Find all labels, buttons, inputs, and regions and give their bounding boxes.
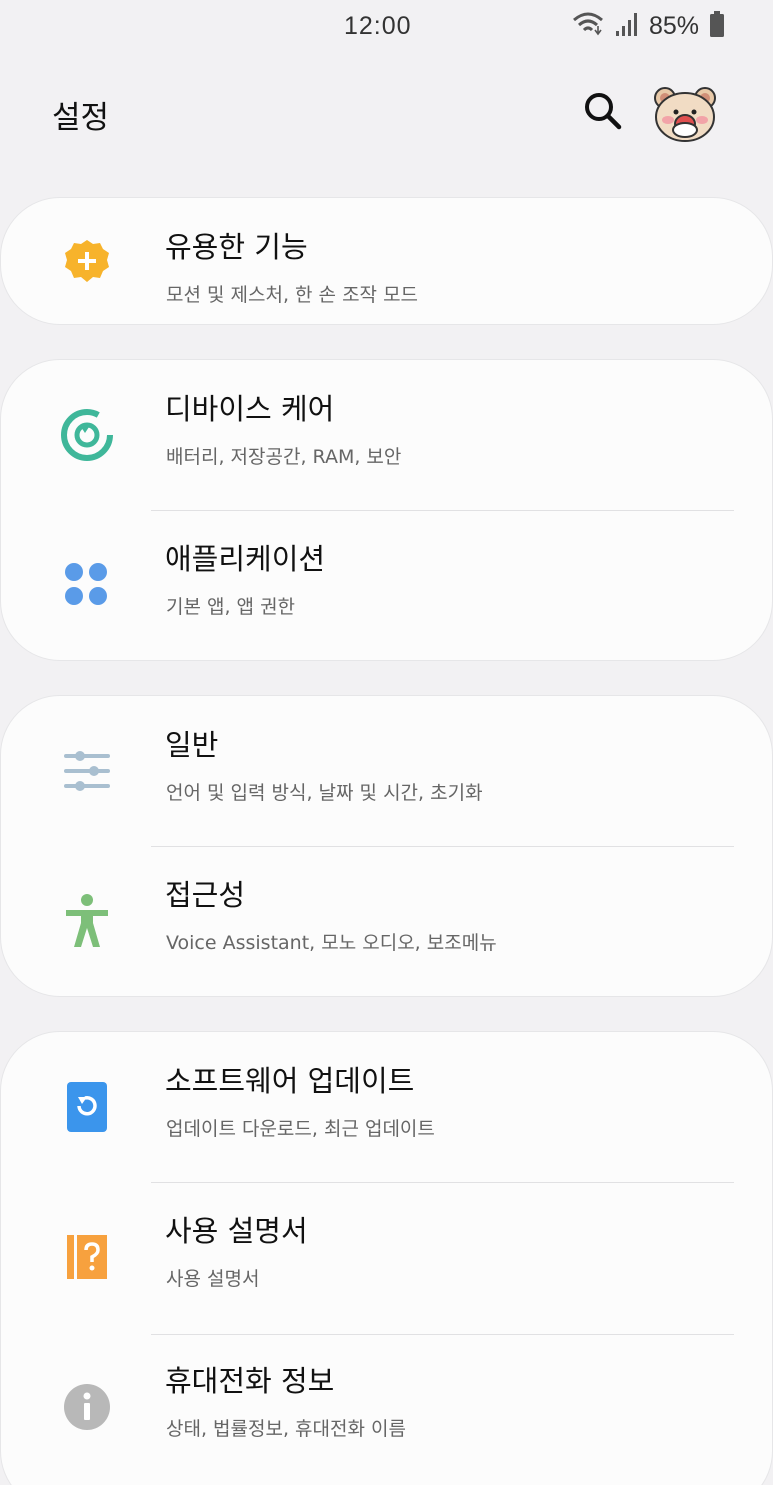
status-bar: 12:00 85% [0,0,773,54]
sliders-icon [57,741,117,801]
menu-item-title: 일반 [165,728,219,762]
menu-item-title: 휴대전화 정보 [165,1364,335,1398]
settings-group-3: 일반 언어 및 입력 방식, 날짜 및 시간, 초기화 접근성 Voice As… [0,695,773,997]
menu-item-device-care[interactable]: 디바이스 케어 배터리, 저장공간, RAM, 보안 [1,360,772,510]
menu-item-title: 유용한 기능 [165,230,308,264]
device-care-icon [57,405,117,465]
menu-item-title: 접근성 [165,878,246,912]
menu-item-software-update[interactable]: 소프트웨어 업데이트 업데이트 다운로드, 최근 업데이트 [1,1032,772,1182]
menu-item-subtitle: 언어 및 입력 방식, 날짜 및 시간, 초기화 [166,782,483,804]
menu-item-subtitle: Voice Assistant, 모노 오디오, 보조메뉴 [166,932,497,954]
user-manual-icon [57,1227,117,1287]
menu-item-title: 소프트웨어 업데이트 [165,1064,415,1098]
search-button[interactable] [578,88,628,138]
software-update-icon [57,1077,117,1137]
app-header: 설정 [0,70,773,154]
menu-item-subtitle: 업데이트 다운로드, 최근 업데이트 [166,1118,435,1140]
status-time: 12:00 [344,12,412,40]
info-icon [57,1377,117,1437]
menu-item-subtitle: 모션 및 제스처, 한 손 조작 모드 [166,284,419,306]
search-icon [583,91,623,135]
battery-percent: 85% [648,11,699,40]
menu-item-title: 디바이스 케어 [165,392,335,426]
gear-plus-icon [57,232,117,292]
menu-item-subtitle: 사용 설명서 [166,1268,260,1290]
menu-item-user-manual[interactable]: 사용 설명서 사용 설명서 [1,1182,772,1332]
menu-item-general[interactable]: 일반 언어 및 입력 방식, 날짜 및 시간, 초기화 [1,696,772,846]
settings-group-4: 소프트웨어 업데이트 업데이트 다운로드, 최근 업데이트 사용 설명서 사용 … [0,1031,773,1485]
menu-item-applications[interactable]: 애플리케이션 기본 앱, 앱 권한 [1,510,772,660]
apps-grid-icon [57,555,117,615]
accessibility-icon [57,891,117,951]
status-icons: 85% [571,10,725,42]
menu-item-about-phone[interactable]: 휴대전화 정보 상태, 법률정보, 휴대전화 이름 [1,1332,772,1482]
menu-item-accessibility[interactable]: 접근성 Voice Assistant, 모노 오디오, 보조메뉴 [1,846,772,996]
page-title: 설정 [52,100,110,136]
menu-item-subtitle: 배터리, 저장공간, RAM, 보안 [166,446,402,468]
bear-avatar-icon [654,87,716,142]
avatar[interactable] [652,84,718,144]
settings-group-2: 디바이스 케어 배터리, 저장공간, RAM, 보안 애플리케이션 기본 앱, … [0,359,773,661]
signal-icon [615,11,639,42]
settings-group-1: 유용한 기능 모션 및 제스처, 한 손 조작 모드 [0,197,773,325]
menu-item-title: 사용 설명서 [165,1214,308,1248]
menu-item-title: 애플리케이션 [165,542,326,576]
menu-item-subtitle: 상태, 법률정보, 휴대전화 이름 [166,1418,406,1440]
menu-item-advanced-features[interactable]: 유용한 기능 모션 및 제스처, 한 손 조작 모드 [1,198,772,324]
battery-icon [709,10,725,43]
menu-item-subtitle: 기본 앱, 앱 권한 [166,596,296,618]
wifi-icon [571,10,605,43]
